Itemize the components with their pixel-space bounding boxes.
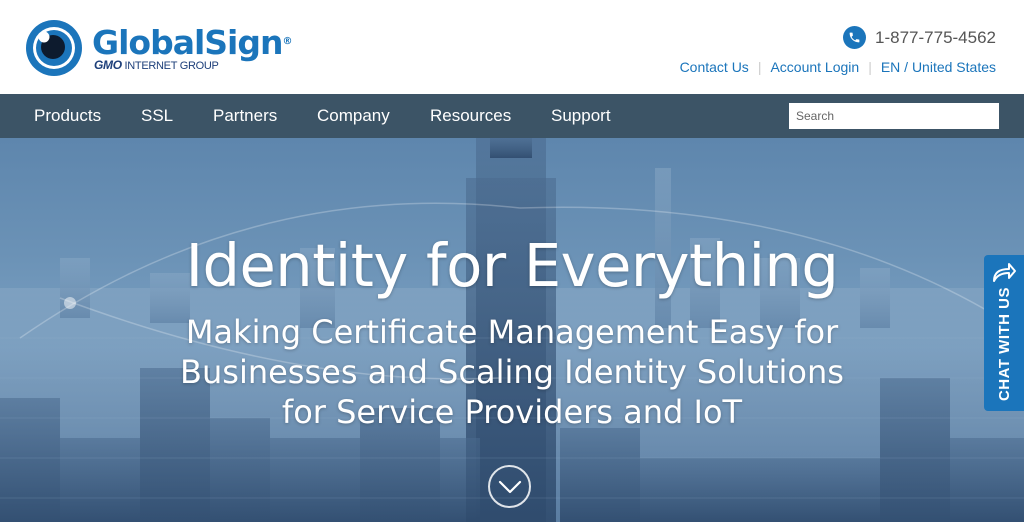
divider: | <box>868 59 872 75</box>
logo-wordmark: GlobalSign <box>92 22 283 62</box>
utility-links: Contact Us | Account Login | EN / United… <box>680 59 996 75</box>
hero-title: Identity for Everything <box>185 231 839 300</box>
chevron-down-icon <box>498 480 521 493</box>
account-login-link[interactable]: Account Login <box>770 59 859 75</box>
search-input[interactable] <box>789 103 999 129</box>
divider: | <box>757 59 762 75</box>
locale-selector-link[interactable]: EN / United States <box>881 59 996 75</box>
nav-item-support[interactable]: Support <box>551 94 611 138</box>
share-arrow-icon <box>993 263 1016 282</box>
contact-us-link[interactable]: Contact Us <box>680 59 749 75</box>
hero-subtitle: Making Certificate Management Easy for B… <box>162 312 862 432</box>
registered-mark: ® <box>282 35 292 47</box>
nav-item-ssl[interactable]: SSL <box>141 94 173 138</box>
chat-with-us-tab[interactable]: CHAT WITH US <box>984 255 1024 411</box>
logo-gmo: GMO <box>94 57 122 72</box>
site-header: GlobalSign® GMO INTERNET GROUP 1-877-775… <box>0 0 1024 94</box>
nav-item-products[interactable]: Products <box>34 94 101 138</box>
hero-subtitle-line: for Service Providers and IoT <box>281 393 743 431</box>
nav-item-partners[interactable]: Partners <box>213 94 277 138</box>
nav-item-resources[interactable]: Resources <box>430 94 511 138</box>
hero-banner: Identity for Everything Making Certifica… <box>0 138 1024 522</box>
scroll-down-button[interactable] <box>488 465 531 508</box>
hero-subtitle-line: Businesses and Scaling Identity Solution… <box>180 353 844 391</box>
hero-subtitle-line: Making Certificate Management Easy for <box>185 313 839 351</box>
nav-item-company[interactable]: Company <box>317 94 390 138</box>
chat-label: CHAT WITH US <box>995 287 1013 402</box>
phone-contact[interactable]: 1-877-775-4562 <box>843 26 996 49</box>
phone-number: 1-877-775-4562 <box>875 27 996 47</box>
globalsign-logo[interactable]: GlobalSign® GMO INTERNET GROUP <box>26 20 292 76</box>
phone-icon <box>843 26 867 49</box>
globalsign-eye-icon <box>26 20 82 76</box>
main-nav: Products SSL Partners Company Resources … <box>0 94 1024 138</box>
logo-internet-group: INTERNET GROUP <box>124 59 219 72</box>
